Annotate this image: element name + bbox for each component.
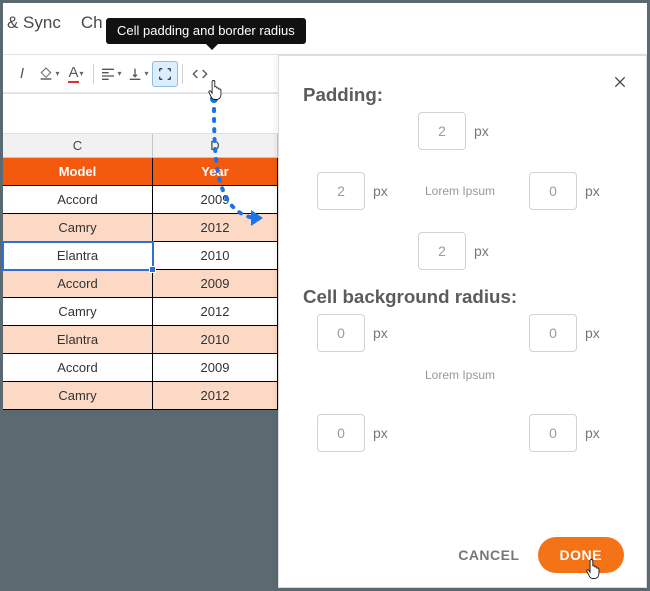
table-cell[interactable]: 2012 [153, 298, 278, 326]
padding-inputs: px px Lorem Ipsum px px [303, 106, 622, 286]
menu-bar: & Sync Ch [3, 3, 103, 43]
source-code-button[interactable] [187, 61, 213, 87]
table-cell-selected[interactable]: Elantra [3, 242, 153, 270]
v-align-button[interactable]: ▾ [125, 61, 151, 87]
table-cell[interactable]: 2009 [153, 186, 278, 214]
table-cell[interactable]: Accord [3, 270, 153, 298]
formatting-toolbar: I ▾ A▾ ▾ ▾ [3, 55, 278, 93]
spreadsheet: C D Model Year Accord 2009 Camry 2012 El… [3, 93, 278, 410]
table-cell[interactable]: 2010 [153, 242, 278, 270]
unit-label: px [474, 243, 489, 259]
padding-radius-dialog: Padding: px px Lorem Ipsum px px Cell ba… [278, 55, 647, 588]
column-header-c[interactable]: C [3, 134, 153, 158]
table-cell[interactable]: Elantra [3, 326, 153, 354]
sheet-top-gap [3, 94, 278, 134]
padding-left-input[interactable] [317, 172, 365, 210]
table-cell[interactable]: 2009 [153, 270, 278, 298]
padding-heading: Padding: [303, 84, 622, 106]
tooltip-padding-radius: Cell padding and border radius [106, 18, 306, 44]
table-cell[interactable]: Camry [3, 382, 153, 410]
unit-label: px [585, 325, 600, 341]
cancel-button[interactable]: CANCEL [458, 547, 519, 563]
unit-label: px [585, 183, 600, 199]
separator [182, 64, 183, 84]
cell-value: Elantra [57, 248, 98, 263]
table-cell[interactable]: 2012 [153, 382, 278, 410]
preview-text: Lorem Ipsum [425, 368, 495, 382]
italic-button[interactable]: I [9, 61, 35, 87]
fill-color-button[interactable]: ▾ [36, 61, 62, 87]
menu-item-ch[interactable]: Ch [81, 13, 103, 33]
radius-inputs: px px Lorem Ipsum px px [303, 308, 622, 466]
table-cell[interactable]: 2010 [153, 326, 278, 354]
unit-label: px [373, 183, 388, 199]
table-cell[interactable]: 2012 [153, 214, 278, 242]
padding-radius-button[interactable] [152, 61, 178, 87]
unit-label: px [585, 425, 600, 441]
separator [93, 64, 94, 84]
dialog-actions: CANCEL DONE [279, 537, 646, 573]
padding-top-input[interactable] [418, 112, 466, 150]
done-button[interactable]: DONE [538, 537, 624, 573]
header-year: Year [153, 158, 278, 186]
radius-heading: Cell background radius: [303, 286, 622, 308]
radius-tr-input[interactable] [529, 314, 577, 352]
padding-right-input[interactable] [529, 172, 577, 210]
unit-label: px [373, 325, 388, 341]
padding-bottom-input[interactable] [418, 232, 466, 270]
unit-label: px [373, 425, 388, 441]
header-model: Model [3, 158, 153, 186]
menu-item-sync[interactable]: & Sync [7, 13, 61, 33]
table-cell[interactable]: Accord [3, 354, 153, 382]
table-cell[interactable]: Accord [3, 186, 153, 214]
unit-label: px [474, 123, 489, 139]
table-cell[interactable]: Camry [3, 298, 153, 326]
radius-bl-input[interactable] [317, 414, 365, 452]
table-cell[interactable]: 2009 [153, 354, 278, 382]
close-icon [612, 74, 628, 90]
radius-tl-input[interactable] [317, 314, 365, 352]
close-button[interactable] [608, 70, 632, 94]
text-color-button[interactable]: A▾ [63, 61, 89, 87]
h-align-button[interactable]: ▾ [98, 61, 124, 87]
column-header-d[interactable]: D [153, 134, 278, 158]
selection-handle[interactable] [149, 266, 156, 273]
radius-br-input[interactable] [529, 414, 577, 452]
table-cell[interactable]: Camry [3, 214, 153, 242]
preview-text: Lorem Ipsum [425, 184, 495, 198]
